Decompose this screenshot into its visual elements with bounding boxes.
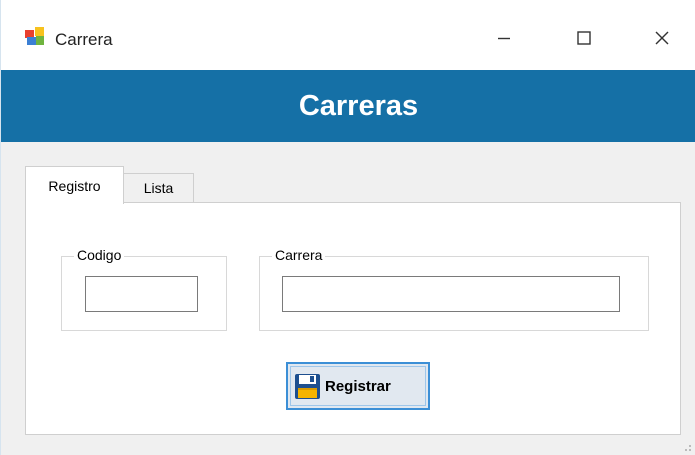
header-title: Carreras [298,89,419,122]
header-banner: Carreras [1,70,695,142]
maximize-icon [577,31,591,45]
minimize-button[interactable] [479,18,529,58]
codigo-label: Codigo [74,247,125,263]
app-icon [25,27,44,45]
minimize-icon [498,37,510,40]
close-icon [655,31,669,45]
carrera-input[interactable] [282,276,620,312]
registrar-button[interactable]: Registrar [286,362,430,410]
app-window: Carrera Carreras Registro Lista Codigo C… [0,0,695,455]
codigo-input[interactable] [85,276,198,312]
close-button[interactable] [637,18,687,58]
window-title: Carrera [55,30,113,49]
save-icon [295,374,320,399]
carrera-label: Carrera [272,247,326,263]
tab-label: Lista [143,180,174,196]
tab-lista[interactable]: Lista [123,173,194,203]
title-bar[interactable]: Carrera [1,0,695,70]
tab-registro[interactable]: Registro [25,166,124,204]
maximize-button[interactable] [559,18,609,58]
resize-grip-icon[interactable] [682,442,692,452]
registrar-label: Registrar [325,378,391,395]
tab-label: Registro [48,177,101,194]
